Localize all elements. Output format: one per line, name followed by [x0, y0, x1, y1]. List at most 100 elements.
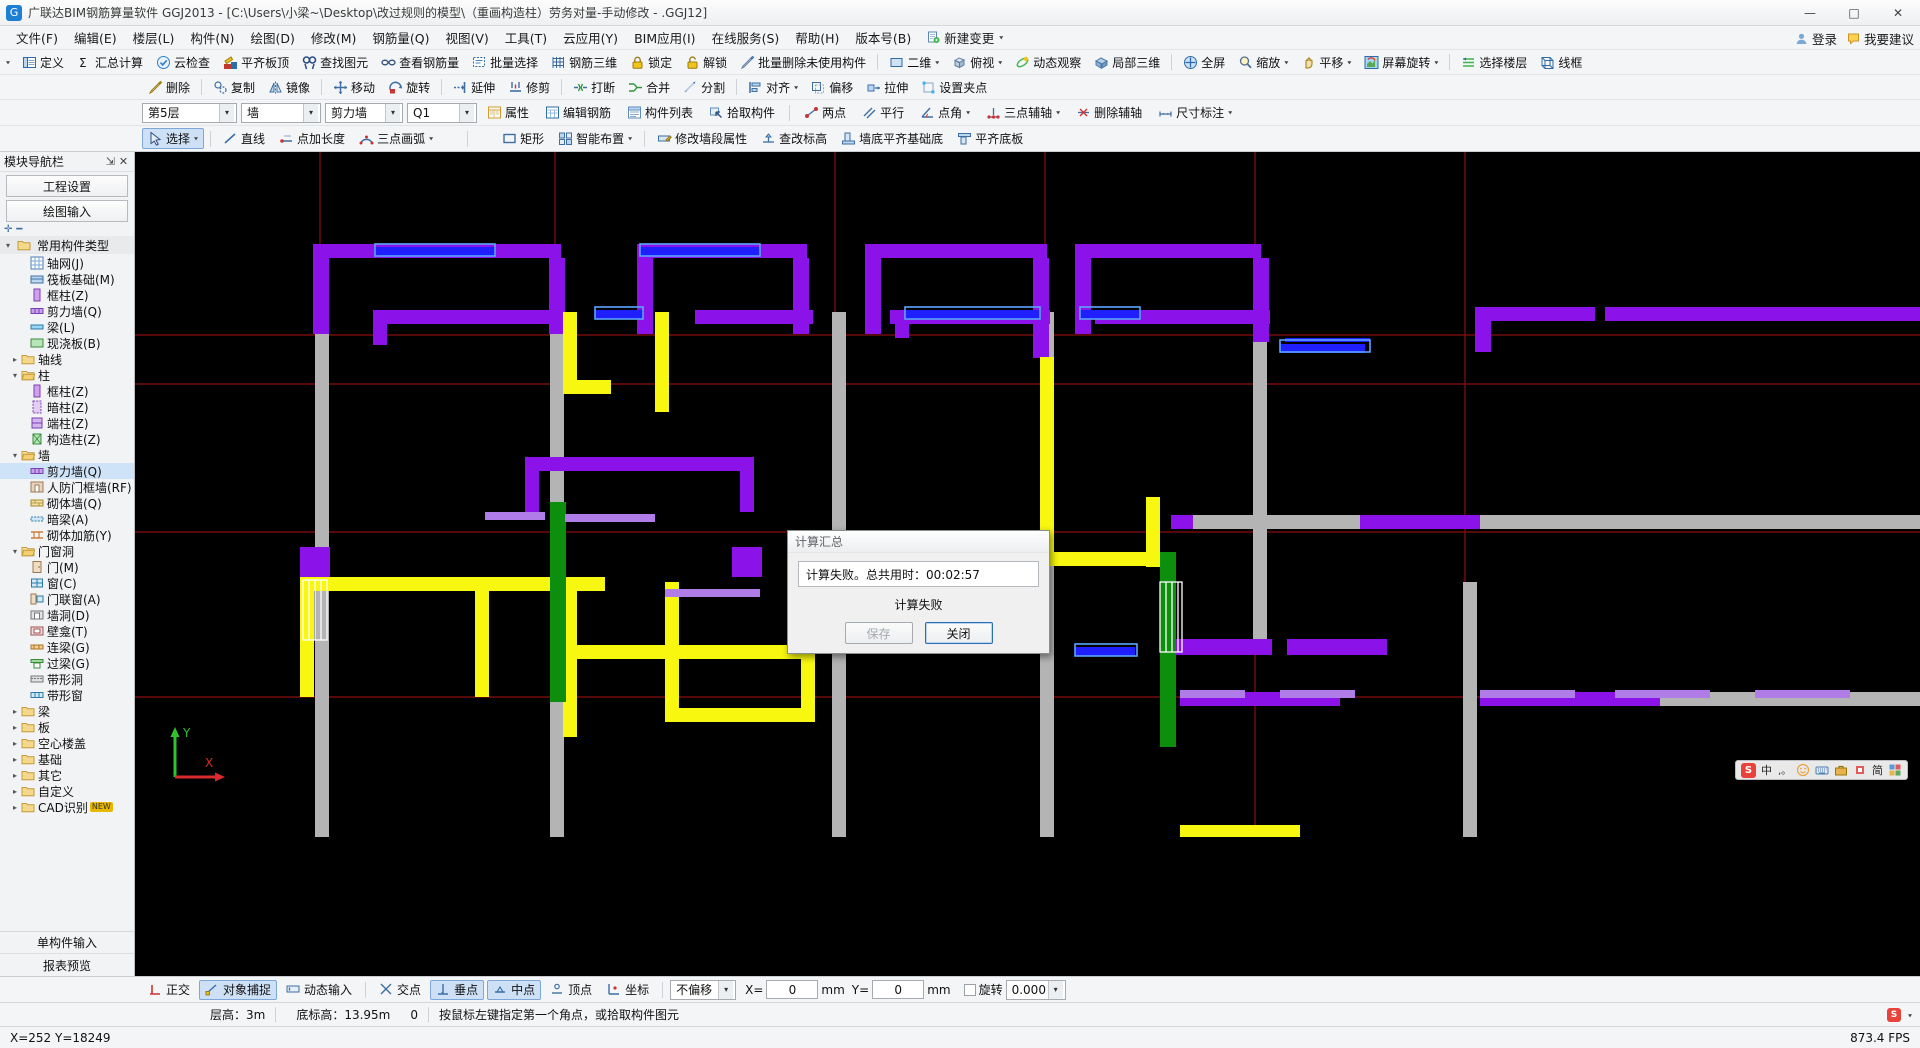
- member-list-button[interactable]: 构件列表: [621, 102, 699, 123]
- menu-modify[interactable]: 修改(M): [303, 25, 365, 50]
- summary-calc-button[interactable]: Σ 汇总计算: [71, 52, 149, 73]
- tree-item[interactable]: 门联窗(A): [0, 591, 134, 607]
- wall-base-align-button[interactable]: 墙底平齐基础底: [835, 128, 949, 149]
- select-tool-button[interactable]: 选择 ▾: [142, 128, 205, 149]
- menu-view[interactable]: 视图(V): [437, 25, 496, 50]
- define-button[interactable]: 定义: [16, 52, 70, 73]
- rebar-3d-button[interactable]: 钢筋三维: [545, 52, 623, 73]
- fullscreen-button[interactable]: 全屏: [1177, 52, 1231, 73]
- rotate-checkbox[interactable]: [963, 983, 976, 996]
- menu-version[interactable]: 版本号(B): [847, 25, 919, 50]
- chevron-down-icon[interactable]: ▾: [459, 103, 474, 122]
- menu-edit[interactable]: 编辑(E): [66, 25, 125, 50]
- single-member-input-button[interactable]: 单构件输入: [0, 932, 134, 954]
- offset-mode-combo[interactable]: 不偏移 ▾: [670, 979, 737, 1000]
- tree-item[interactable]: ▸ 梁: [0, 703, 134, 719]
- chevron-right-icon[interactable]: ▸: [9, 803, 21, 812]
- close-icon[interactable]: ✕: [117, 155, 130, 168]
- point-angle-button[interactable]: 点角 ▾: [914, 102, 976, 123]
- batch-select-button[interactable]: 批量选择: [466, 52, 544, 73]
- menu-floor[interactable]: 楼层(L): [125, 25, 183, 50]
- tree-item[interactable]: 门(M): [0, 559, 134, 575]
- chevron-right-icon[interactable]: ▸: [9, 771, 21, 780]
- coordinate-toggle[interactable]: 坐标: [601, 980, 655, 1000]
- lock-button[interactable]: 锁定: [624, 52, 678, 73]
- menu-file[interactable]: 文件(F): [8, 25, 66, 50]
- stretch-button[interactable]: 拉伸: [860, 77, 914, 98]
- tree-item[interactable]: 连梁(G): [0, 639, 134, 655]
- punct-icon[interactable]: ,。: [1777, 763, 1791, 777]
- view-rebar-qty-button[interactable]: 查看钢筋量: [375, 52, 465, 73]
- minimize-button[interactable]: —: [1788, 0, 1832, 26]
- cloud-check-button[interactable]: 云检查: [150, 52, 216, 73]
- parallel-button[interactable]: 平行: [856, 102, 910, 123]
- chevron-down-icon[interactable]: ▾: [303, 103, 318, 122]
- dimension-button[interactable]: 尺寸标注 ▾: [1152, 102, 1238, 123]
- expand-icon[interactable]: ✛: [4, 224, 12, 235]
- toolbox-icon[interactable]: [1834, 763, 1848, 777]
- menu-member[interactable]: 构件(N): [182, 25, 242, 50]
- suggest-button[interactable]: 我要建议: [1847, 29, 1914, 48]
- chevron-down-icon[interactable]: ▾: [1056, 109, 1060, 116]
- chevron-down-icon[interactable]: ▾: [1047, 980, 1063, 999]
- type-combo[interactable]: 剪力墙 ▾: [325, 102, 403, 123]
- tree-item[interactable]: 壁龛(T): [0, 623, 134, 639]
- delete-axis-button[interactable]: 删除辅轴: [1070, 102, 1148, 123]
- maximize-button[interactable]: □: [1832, 0, 1876, 26]
- drawing-input-button[interactable]: 绘图输入: [6, 200, 128, 222]
- tree-item[interactable]: ▾ 墙: [0, 447, 134, 463]
- line-tool-button[interactable]: 直线: [217, 128, 271, 149]
- tree-item[interactable]: 墙洞(D): [0, 607, 134, 623]
- settings-icon[interactable]: [1888, 763, 1902, 777]
- category-combo[interactable]: 墙 ▾: [241, 102, 321, 123]
- dynamic-input-toggle[interactable]: 动态输入: [280, 980, 358, 1000]
- unlock-button[interactable]: 解锁: [679, 52, 733, 73]
- close-dialog-button[interactable]: 关闭: [924, 622, 993, 644]
- chevron-down-icon[interactable]: ▾: [194, 135, 198, 142]
- tree-item[interactable]: ▾ 门窗洞: [0, 543, 134, 559]
- project-settings-button[interactable]: 工程设置: [6, 175, 128, 197]
- skin-icon[interactable]: [1853, 763, 1867, 777]
- x-input[interactable]: 0: [766, 980, 819, 999]
- batch-delete-unused-button[interactable]: 批量删除未使用构件: [734, 52, 872, 73]
- pan-button[interactable]: 平移 ▾: [1295, 52, 1357, 73]
- zoom-button[interactable]: 缩放 ▾: [1232, 52, 1294, 73]
- chevron-right-icon[interactable]: ▸: [9, 723, 21, 732]
- orbit-button[interactable]: 动态观察: [1009, 52, 1087, 73]
- screen-rotate-button[interactable]: 屏幕旋转 ▾: [1358, 52, 1444, 73]
- object-snap-toggle[interactable]: 对象捕捉: [199, 979, 278, 1000]
- perpendicular-snap-toggle[interactable]: 垂点: [430, 979, 485, 1000]
- menu-tools[interactable]: 工具(T): [497, 25, 555, 50]
- ortho-toggle[interactable]: 正交: [142, 980, 196, 1000]
- save-button[interactable]: 保存: [844, 622, 913, 644]
- menu-online-service[interactable]: 在线服务(S): [704, 25, 788, 50]
- chevron-right-icon[interactable]: ▸: [9, 707, 21, 716]
- chevron-down-icon[interactable]: ▾: [9, 547, 21, 556]
- tree-item[interactable]: ▸ 板: [0, 719, 134, 735]
- tree-item[interactable]: 人防门框墙(RF): [0, 479, 134, 495]
- tree-item[interactable]: 端柱(Z): [0, 415, 134, 431]
- tree-item[interactable]: 砌体墙(Q): [0, 495, 134, 511]
- menu-draw[interactable]: 绘图(D): [242, 25, 302, 50]
- new-change-button[interactable]: 新建变更 ▾: [919, 28, 1011, 47]
- tree-item[interactable]: 带形窗: [0, 687, 134, 703]
- tree-item[interactable]: 带形洞: [0, 671, 134, 687]
- extend-button[interactable]: 延伸: [447, 77, 501, 98]
- chevron-down-icon[interactable]: ▾: [1347, 58, 1351, 65]
- find-element-button[interactable]: 查找图元: [296, 52, 374, 73]
- chevron-down-icon[interactable]: ▾: [1228, 109, 1232, 116]
- three-point-axis-button[interactable]: 三点辅轴 ▾: [980, 102, 1066, 123]
- smiley-icon[interactable]: [1796, 763, 1810, 777]
- menu-rebar-qty[interactable]: 钢筋量(Q): [364, 25, 437, 50]
- two-point-button[interactable]: 两点: [798, 102, 852, 123]
- break-button[interactable]: 打断: [567, 77, 621, 98]
- collapse-icon[interactable]: ━: [16, 224, 22, 235]
- rectangle-button[interactable]: 矩形: [496, 128, 550, 149]
- chevron-right-icon[interactable]: ▸: [9, 739, 21, 748]
- menu-help[interactable]: 帮助(H): [787, 25, 847, 50]
- calculation-summary-dialog[interactable]: 计算汇总 计算失败。总共用时：00:02:57 计算失败 保存 关闭: [787, 530, 1050, 654]
- close-button[interactable]: ✕: [1876, 0, 1920, 26]
- pick-member-button[interactable]: 拾取构件: [703, 102, 781, 123]
- chevron-right-icon[interactable]: ▸: [9, 355, 21, 364]
- chevron-down-icon[interactable]: ▾: [794, 83, 798, 90]
